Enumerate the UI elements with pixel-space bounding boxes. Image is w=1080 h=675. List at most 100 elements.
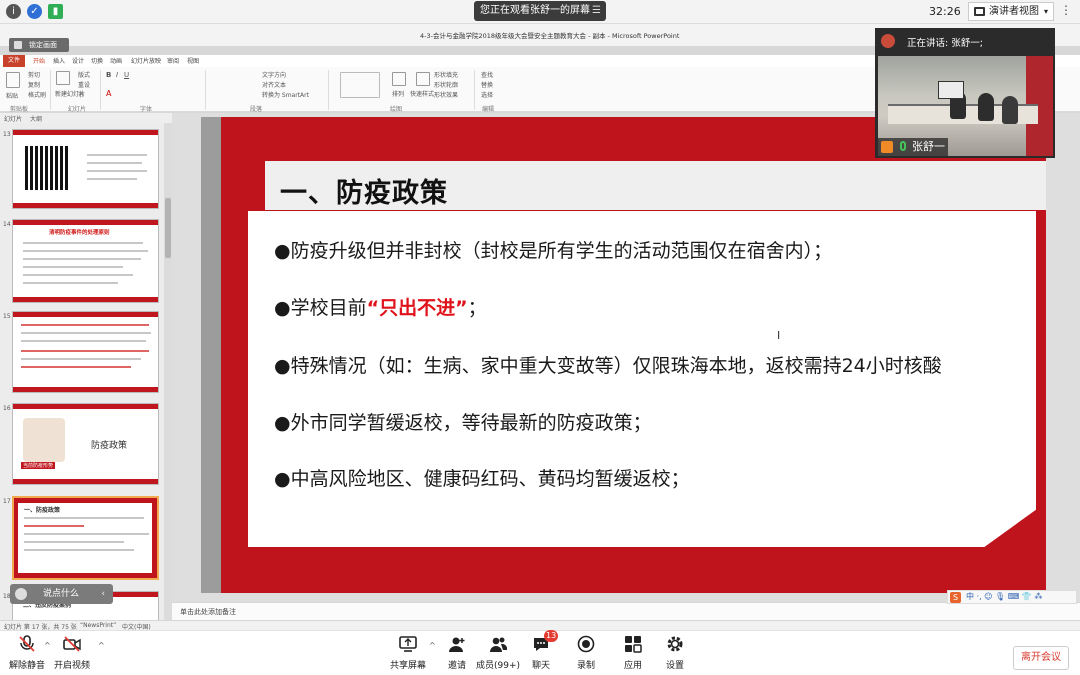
signal-icon[interactable]: ▮ <box>48 4 63 19</box>
lock-screen-label: 锁定画面 <box>29 41 57 49</box>
group-paragraph: 段落 <box>250 106 263 113</box>
arrange-icon[interactable] <box>392 72 406 86</box>
shapes-gallery[interactable] <box>340 72 380 98</box>
paste-label[interactable]: 粘贴 <box>6 91 18 100</box>
speaker-video-tile[interactable]: 正在讲话: 张舒一; 张舒一 <box>875 28 1055 158</box>
tab-slideshow[interactable]: 幻灯片放映 <box>131 56 161 65</box>
slide-thumbnail[interactable] <box>12 311 159 393</box>
presenter-view-button[interactable]: 演讲者视图 ▾ <box>968 2 1054 21</box>
italic-button[interactable]: I <box>116 71 118 79</box>
invite-icon <box>449 637 465 652</box>
paste-icon[interactable] <box>6 72 20 88</box>
thumb-text-line <box>21 358 141 360</box>
slide-thumbnail[interactable] <box>12 129 159 209</box>
slide-thumbnail-panel: 13 14 清明防疫事件的处理原则 15 16 当前防疫形势 防疫政策 17 一… <box>0 123 172 620</box>
share-notice[interactable]: 您正在观看张舒一的屏幕 ☰ <box>474 1 606 21</box>
align-text-button[interactable]: 对齐文本 <box>262 80 286 89</box>
shape-effects-button[interactable]: 形状效果 <box>434 90 458 99</box>
bullet-5: ●中高风险地区、健康码红码、黄码均暂缓返校； <box>274 468 690 490</box>
format-painter-button[interactable]: 格式刷 <box>28 90 46 99</box>
cut-button[interactable]: 剪切 <box>28 70 40 79</box>
select-button[interactable]: 选择 <box>481 90 493 99</box>
notes-pane[interactable]: 单击此处添加备注 <box>172 602 1080 620</box>
tab-animations[interactable]: 动画 <box>110 56 122 65</box>
thumb-text-line <box>21 366 131 368</box>
thumb-band <box>13 130 158 135</box>
thumb-text-line <box>87 170 147 172</box>
copy-button[interactable]: 复制 <box>28 80 40 89</box>
leave-meeting-button[interactable]: 离开会议 <box>1013 646 1069 670</box>
quick-styles-button[interactable]: 快速样式 <box>410 89 434 98</box>
settings-button[interactable]: 设置 <box>648 635 702 671</box>
video-person <box>1002 96 1018 124</box>
theme-name: “NewsPrint” <box>80 622 117 629</box>
panel-tabs: 幻灯片 大纲 <box>0 113 172 123</box>
replace-button[interactable]: 替换 <box>481 80 493 89</box>
meeting-window: i ✓ ▮ 您正在观看张舒一的屏幕 ☰ 32:26 演讲者视图 ▾ ⋮ 4-3-… <box>0 0 1080 675</box>
tab-home[interactable]: 开始 <box>33 56 45 65</box>
reset-button[interactable]: 重设 <box>78 80 90 89</box>
presenter-view-label: 演讲者视图 <box>989 6 1039 17</box>
tab-slides[interactable]: 幻灯片 <box>4 114 22 123</box>
ime-toolbar[interactable]: S 中 ·, ☺ 🎙 ⌨ 👕 ⁂ <box>947 590 1077 604</box>
info-icon[interactable]: i <box>6 4 21 19</box>
thumb-tag: 当前防疫形势 <box>21 462 56 469</box>
share-screen-button[interactable]: 共享屏幕 <box>381 635 435 671</box>
tab-design[interactable]: 设计 <box>72 56 84 65</box>
more-icon[interactable]: ⋮ <box>1060 3 1072 17</box>
arrange-button[interactable]: 排列 <box>392 89 404 98</box>
font-color-button[interactable]: A <box>106 89 111 98</box>
section-button[interactable]: 节 <box>78 90 84 99</box>
shape-fill-button[interactable]: 形状填充 <box>434 70 458 79</box>
thumb-band <box>13 297 158 302</box>
thumb-text-line <box>24 549 134 551</box>
meeting-bottom-bar: 解除静音 ^ 开启视频 ^ 共享屏幕 ^ 邀请 成员(99+) 13 聊天 录制 <box>0 630 1080 675</box>
tab-outline[interactable]: 大纲 <box>30 114 42 123</box>
text-direction-button[interactable]: 文字方向 <box>262 70 286 79</box>
thumb-text-line <box>23 242 143 244</box>
scrollbar-thumb[interactable] <box>165 198 171 258</box>
presenter-view-icon <box>974 7 985 16</box>
layout-button[interactable]: 版式 <box>78 70 90 79</box>
slide-thumbnail-selected[interactable]: 一、防疫政策 <box>12 496 159 580</box>
slide-side-strip <box>201 117 221 593</box>
smartart-button[interactable]: 转换为 SmartArt <box>262 90 309 99</box>
menu-icon[interactable]: ☰ <box>592 1 601 21</box>
slide-title[interactable]: 一、防疫政策 <box>280 171 448 210</box>
tab-view[interactable]: 视图 <box>187 56 199 65</box>
start-video-button[interactable]: 开启视频 <box>45 635 99 671</box>
bold-button[interactable]: B <box>106 71 111 79</box>
slide-thumbnail[interactable]: 当前防疫形势 防疫政策 <box>12 403 159 485</box>
start-video-label: 开启视频 <box>53 661 90 671</box>
thumb-text-line <box>21 350 149 352</box>
shield-icon[interactable]: ✓ <box>27 4 42 19</box>
shape-outline-button[interactable]: 形状轮廓 <box>434 80 458 89</box>
find-button[interactable]: 查找 <box>481 70 493 79</box>
thumb-text-line <box>21 324 149 326</box>
tab-file[interactable]: 文件 <box>3 55 25 67</box>
record-button[interactable]: 录制 <box>559 635 613 671</box>
thumb-number: 13 <box>3 131 11 138</box>
chevron-left-icon[interactable]: ‹ <box>101 584 105 604</box>
tab-transitions[interactable]: 切换 <box>91 56 103 65</box>
slide-thumbnail[interactable]: 清明防疫事件的处理原则 <box>12 219 159 303</box>
share-screen-label: 共享屏幕 <box>389 661 426 671</box>
thumb-title: 清明防疫事件的处理原则 <box>49 230 110 236</box>
speaking-indicator: 正在讲话: 张舒一; <box>907 38 983 49</box>
panel-scrollbar[interactable] <box>164 123 172 620</box>
tab-insert[interactable]: 插入 <box>53 56 65 65</box>
tab-review[interactable]: 审阅 <box>167 56 179 65</box>
say-something-button[interactable]: 说点什么 ‹ <box>10 584 113 604</box>
bullet-1: ●防疫升级但并非封校（封校是所有学生的活动范围仅在宿舍内）； <box>274 240 833 262</box>
new-slide-button[interactable]: 新建幻灯片 <box>55 89 85 98</box>
chevron-up-icon[interactable]: ^ <box>98 641 105 650</box>
bullet-2: ●学校目前“只出不进”； <box>274 293 487 320</box>
slide-content-box[interactable]: ●防疫升级但并非封校（封校是所有学生的活动范围仅在宿舍内）； ●学校目前“只出不… <box>247 210 1037 548</box>
underline-button[interactable]: U <box>124 71 129 79</box>
thumb-number: 17 <box>3 498 11 505</box>
text-cursor-icon: I <box>777 329 781 342</box>
quick-styles-icon[interactable] <box>416 72 430 86</box>
current-slide[interactable]: 一、防疫政策 ●防疫升级但并非封校（封校是所有学生的活动范围仅在宿舍内）； ●学… <box>201 117 1046 593</box>
new-slide-icon[interactable] <box>56 71 70 85</box>
lock-screen-button[interactable]: 锁定画面 <box>9 38 69 52</box>
